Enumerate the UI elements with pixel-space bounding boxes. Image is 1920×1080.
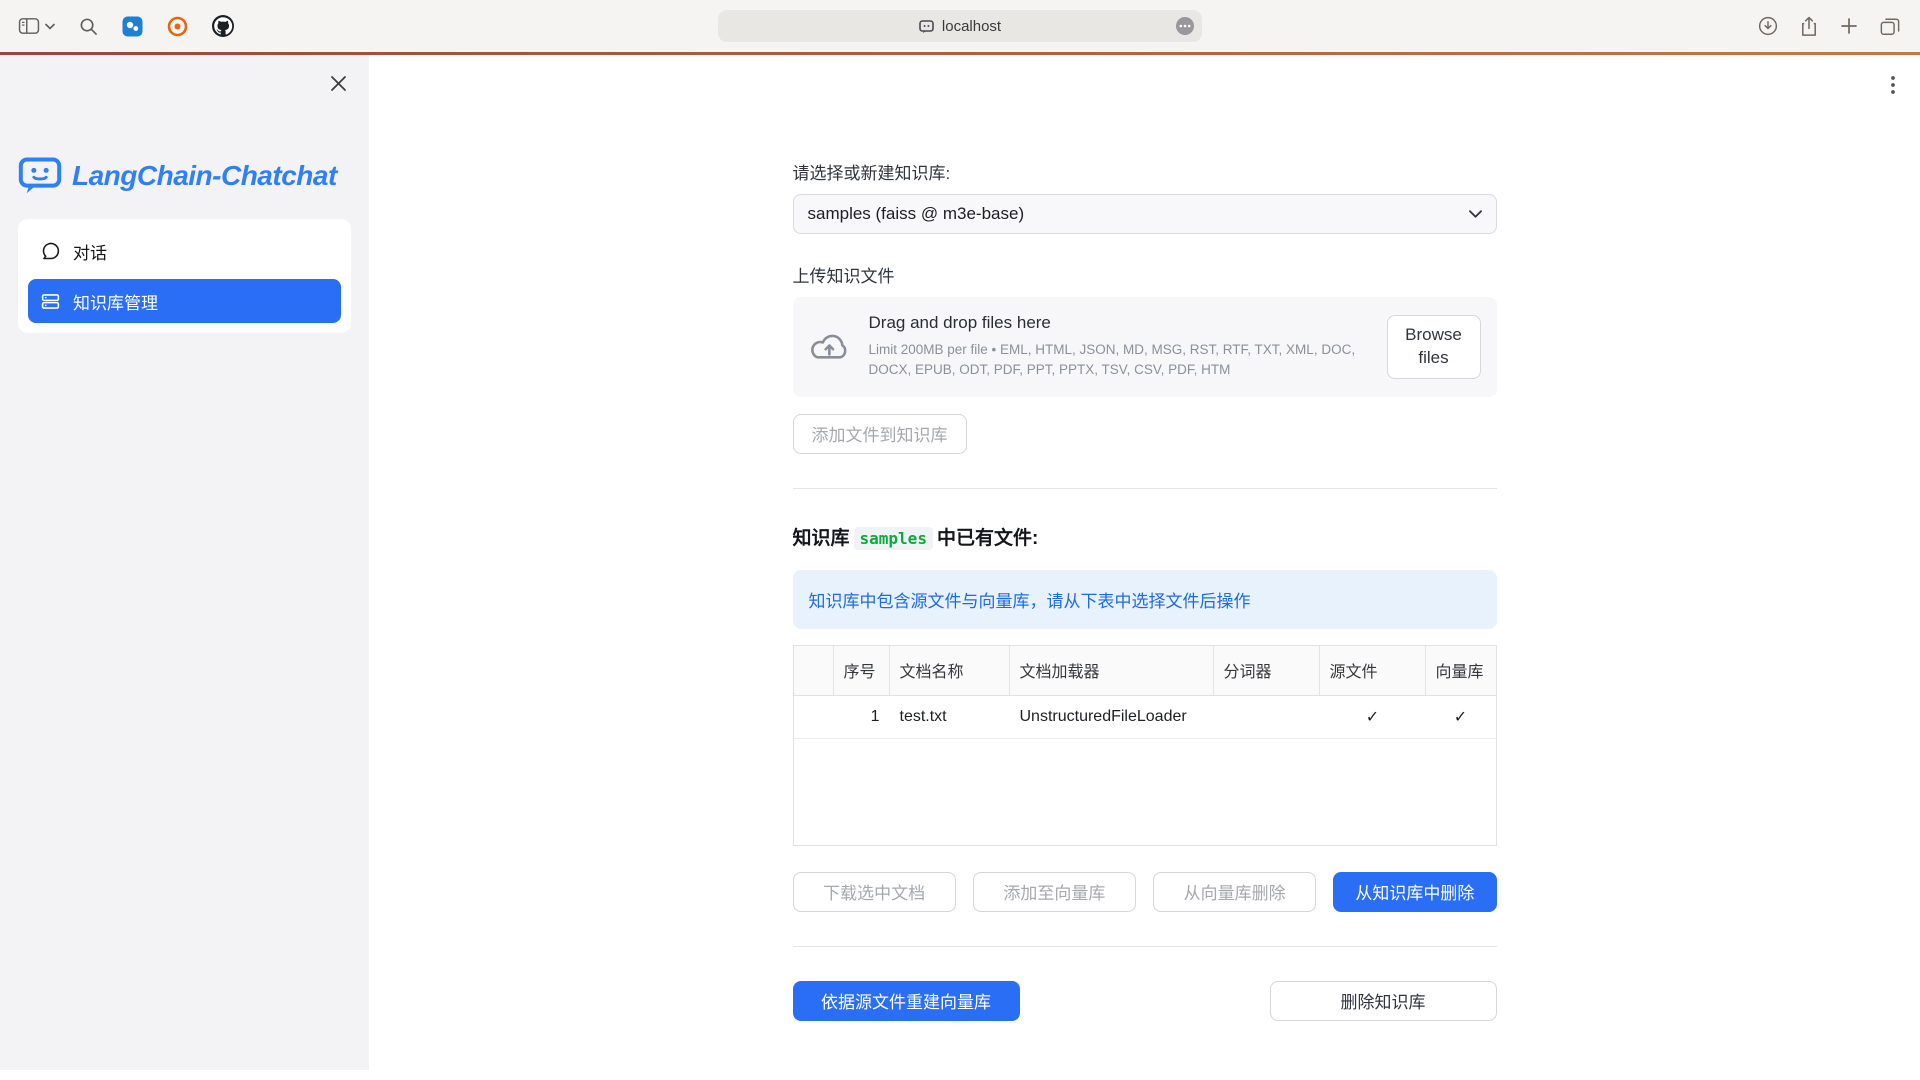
nav-item-kb-management[interactable]: 知识库管理 xyxy=(28,279,341,323)
row-select-cell xyxy=(794,696,834,738)
app-menu-button[interactable] xyxy=(1886,71,1900,99)
cell-source-check: ✓ xyxy=(1320,696,1426,738)
chevron-down-icon xyxy=(1469,210,1482,218)
search-button[interactable] xyxy=(79,17,98,36)
kebab-menu-icon xyxy=(1890,75,1896,95)
tab-overview-button[interactable] xyxy=(1880,17,1900,36)
column-header[interactable]: 源文件 xyxy=(1320,646,1426,695)
column-header[interactable]: 序号 xyxy=(834,646,890,695)
share-icon xyxy=(1800,16,1818,37)
column-header[interactable]: 向量库 xyxy=(1426,646,1496,695)
info-banner: 知识库中包含源文件与向量库，请从下表中选择文件后操作 xyxy=(793,570,1497,629)
download-selected-button[interactable]: 下载选中文档 xyxy=(793,872,956,912)
nav-item-label: 知识库管理 xyxy=(73,289,158,314)
cell-doc-name: test.txt xyxy=(890,696,1010,738)
chat-bubble-icon xyxy=(40,241,61,262)
table-row[interactable]: 1 test.txt UnstructuredFileLoader ✓ ✓ xyxy=(794,696,1496,739)
cell-vector-check: ✓ xyxy=(1426,696,1496,738)
browse-files-button[interactable]: Browse files xyxy=(1387,315,1481,379)
delete-from-kb-button[interactable]: 从知识库中删除 xyxy=(1333,872,1496,912)
app-window: LangChain-Chatchat 对话 知识库管理 xyxy=(0,55,1920,1080)
cell-index: 1 xyxy=(834,696,890,738)
bottom-actions: 依据源文件重建向量库 删除知识库 xyxy=(793,981,1497,1021)
browser-toolbar: localhost xyxy=(0,0,1920,52)
sidebar-nav: 对话 知识库管理 xyxy=(18,219,351,333)
column-header[interactable]: 分词器 xyxy=(1214,646,1320,695)
toolbar-right-group xyxy=(1758,16,1920,37)
download-icon xyxy=(1758,16,1778,36)
website-settings-icon[interactable] xyxy=(1175,16,1195,36)
app-logo: LangChain-Chatchat xyxy=(18,157,351,195)
search-icon xyxy=(79,17,98,36)
sidebar-close-button[interactable] xyxy=(326,71,351,96)
row-actions: 下载选中文档 添加至向量库 从向量库删除 从知识库中删除 xyxy=(793,872,1497,912)
remove-from-vector-store-button[interactable]: 从向量库删除 xyxy=(1153,872,1316,912)
divider xyxy=(793,946,1497,947)
page-content: 请选择或新建知识库: samples (faiss @ m3e-base) 上传… xyxy=(793,55,1497,1021)
column-header[interactable]: 文档名称 xyxy=(890,646,1010,695)
uploader-texts: Drag and drop files here Limit 200MB per… xyxy=(869,313,1369,381)
address-text: localhost xyxy=(942,18,1001,35)
main-area: 请选择或新建知识库: samples (faiss @ m3e-base) 上传… xyxy=(369,55,1920,1080)
heading-prefix: 知识库 xyxy=(793,528,850,549)
heading-suffix: 中已有文件: xyxy=(937,528,1038,549)
tab-overview-icon xyxy=(1880,17,1900,36)
divider xyxy=(793,488,1497,489)
kb-files-heading: 知识库samples中已有文件: xyxy=(793,523,1497,550)
share-button[interactable] xyxy=(1800,16,1818,37)
close-icon xyxy=(330,75,347,92)
nav-item-chat[interactable]: 对话 xyxy=(28,229,341,273)
table-header-row: 序号 文档名称 文档加载器 分词器 源文件 向量库 xyxy=(794,646,1496,696)
toolbar-left-group xyxy=(0,15,234,37)
sidebar: LangChain-Chatchat 对话 知识库管理 xyxy=(0,55,369,1070)
column-header[interactable]: 文档加载器 xyxy=(1010,646,1214,695)
extension-icon-blue[interactable] xyxy=(122,16,143,37)
chevron-down-icon xyxy=(45,23,55,30)
downloads-button[interactable] xyxy=(1758,16,1778,36)
plus-icon xyxy=(1840,17,1858,35)
uploader-limit-text: Limit 200MB per file • EML, HTML, JSON, … xyxy=(869,340,1369,381)
add-to-vector-store-button[interactable]: 添加至向量库 xyxy=(973,872,1136,912)
new-tab-button[interactable] xyxy=(1840,17,1858,35)
logo-text: LangChain-Chatchat xyxy=(72,160,337,192)
sidebar-toggle-button[interactable] xyxy=(18,17,55,35)
site-favicon xyxy=(919,19,934,34)
cell-splitter xyxy=(1214,696,1320,738)
cell-loader: UnstructuredFileLoader xyxy=(1010,696,1214,738)
upload-label: 上传知识文件 xyxy=(793,262,1497,287)
kb-management-icon xyxy=(40,291,61,312)
uploader-drop-text: Drag and drop files here xyxy=(869,313,1369,333)
logo-chat-icon xyxy=(18,157,62,195)
kb-name-code: samples xyxy=(854,527,933,550)
nav-item-label: 对话 xyxy=(73,239,107,264)
cloud-upload-icon xyxy=(809,332,851,362)
address-bar[interactable]: localhost xyxy=(718,10,1202,42)
github-extension-icon[interactable] xyxy=(212,15,234,37)
add-files-button[interactable]: 添加文件到知识库 xyxy=(793,414,967,454)
delete-kb-button[interactable]: 删除知识库 xyxy=(1270,981,1497,1021)
extension-icon-orange[interactable] xyxy=(167,16,188,37)
rebuild-vector-store-button[interactable]: 依据源文件重建向量库 xyxy=(793,981,1020,1021)
kb-select-label: 请选择或新建知识库: xyxy=(793,159,1497,184)
file-uploader-dropzone[interactable]: Drag and drop files here Limit 200MB per… xyxy=(793,297,1497,397)
kb-selectbox-value: samples (faiss @ m3e-base) xyxy=(808,204,1025,224)
files-table: 序号 文档名称 文档加载器 分词器 源文件 向量库 1 test.txt Uns… xyxy=(793,645,1497,846)
sidebar-toggle-icon xyxy=(18,17,40,35)
select-column-header xyxy=(794,646,834,695)
kb-selectbox[interactable]: samples (faiss @ m3e-base) xyxy=(793,194,1497,234)
